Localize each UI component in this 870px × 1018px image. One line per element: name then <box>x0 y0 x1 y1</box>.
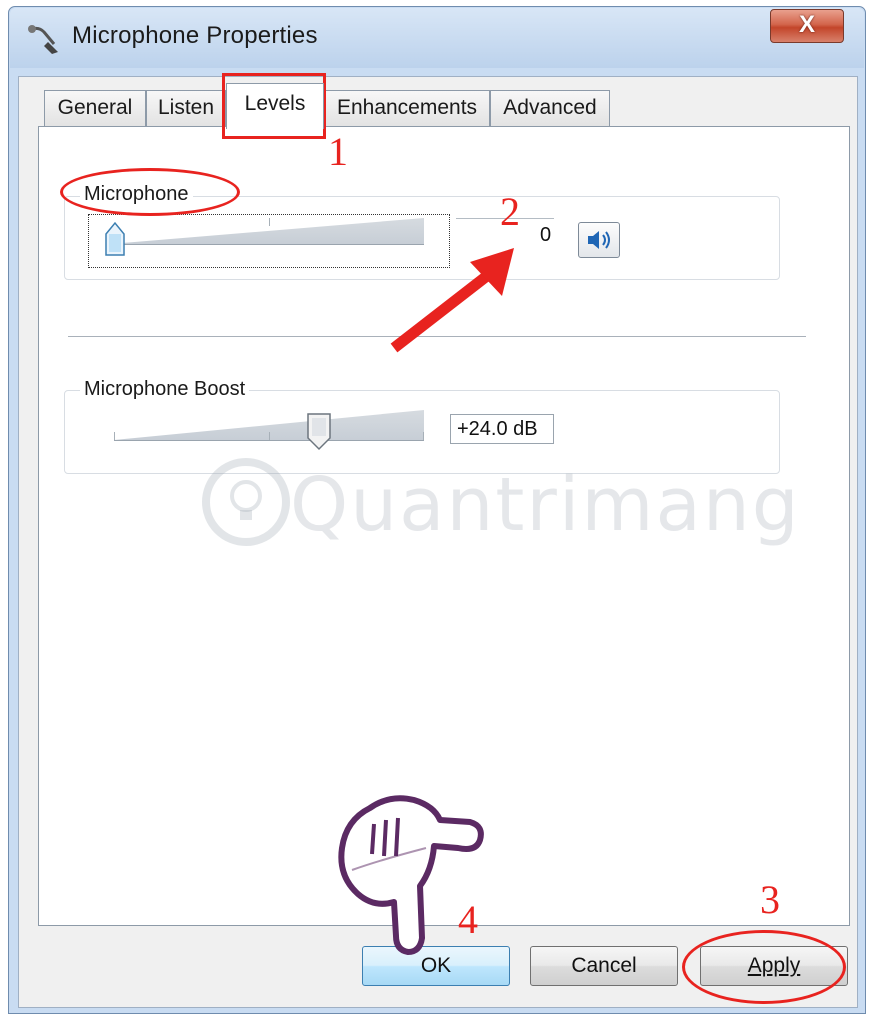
boost-value-field: +24.0 dB <box>450 414 554 444</box>
boost-slider-tick <box>114 432 115 440</box>
annotation-arrow <box>390 248 514 353</box>
annotation-ellipse-microphone <box>60 168 240 216</box>
microphone-level-value: 0 <box>540 224 552 246</box>
microphone-slider-thumb[interactable] <box>104 220 126 258</box>
annotation-step-3: 3 <box>760 877 780 922</box>
window-title: Microphone Properties <box>72 22 318 49</box>
cancel-button[interactable]: Cancel <box>530 946 678 986</box>
mute-button[interactable] <box>578 222 620 258</box>
tab-levels[interactable]: Levels <box>226 83 324 129</box>
boost-slider-baseline <box>114 440 424 441</box>
boost-slider-tick <box>423 432 424 440</box>
tab-listen[interactable]: Listen <box>146 90 226 126</box>
boost-slider-thumb[interactable] <box>306 410 332 452</box>
annotation-step-1: 1 <box>328 129 348 174</box>
microphone-icon <box>28 25 58 54</box>
annotation-step-2: 2 <box>500 189 520 234</box>
tab-general[interactable]: General <box>44 90 146 126</box>
close-button[interactable]: X <box>770 9 844 43</box>
microphone-slider-baseline <box>110 244 424 245</box>
boost-group-label: Microphone Boost <box>80 378 250 401</box>
tab-advanced[interactable]: Advanced <box>490 90 610 126</box>
speaker-icon <box>588 231 610 249</box>
watermark-text: Quantrimang <box>290 462 801 548</box>
lightbulb-logo-icon <box>202 458 290 546</box>
tab-enhancements[interactable]: Enhancements <box>324 90 490 126</box>
microphone-slider-tick <box>269 218 270 226</box>
annotation-ellipse-apply <box>682 930 846 1004</box>
boost-slider-tick <box>269 432 270 440</box>
pointing-hand-icon <box>338 795 484 955</box>
